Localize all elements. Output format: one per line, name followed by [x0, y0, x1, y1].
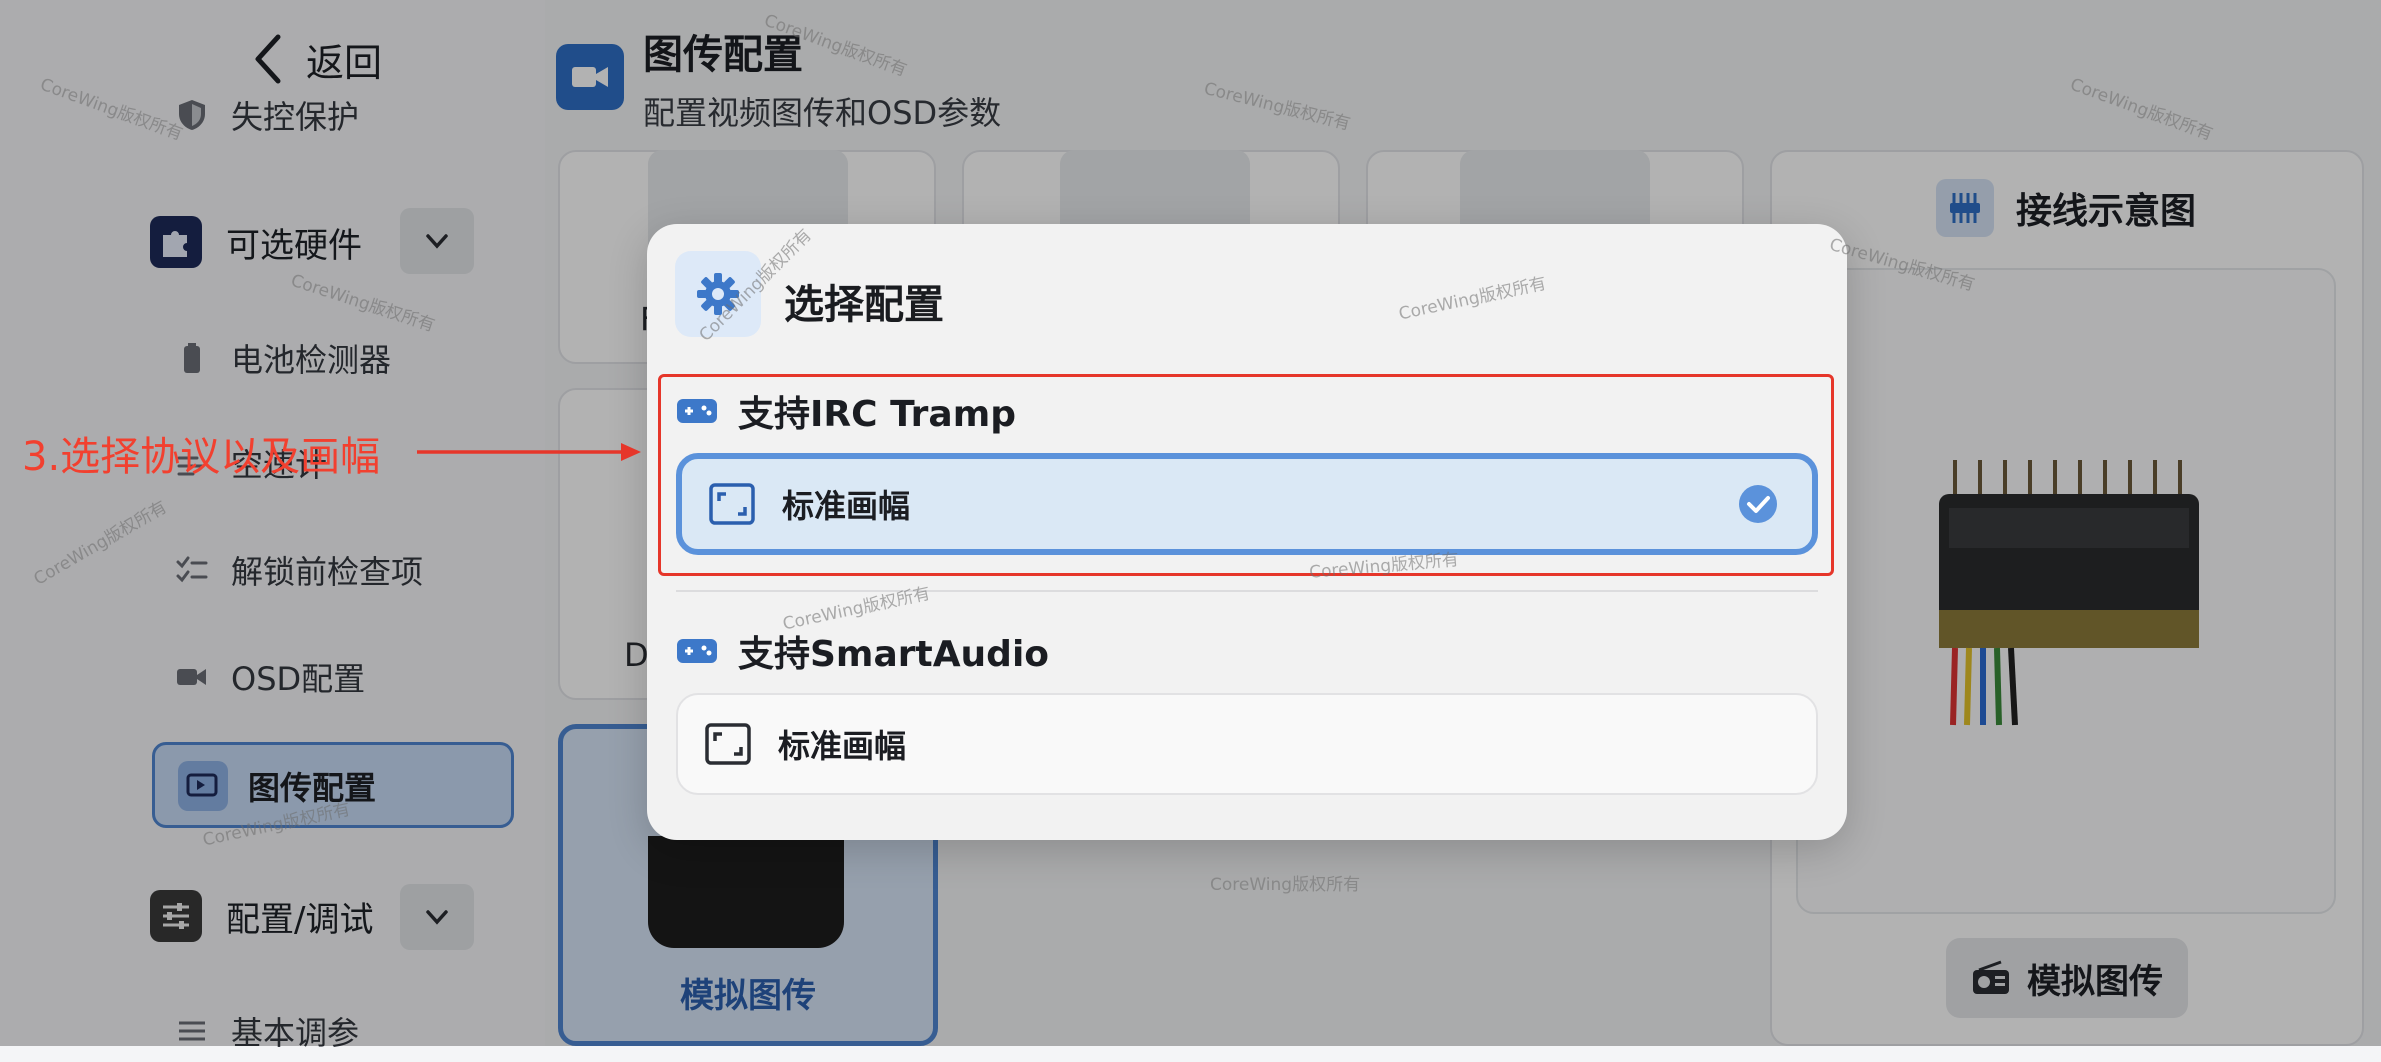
- aspect-frame-icon: [705, 723, 751, 765]
- divider: [676, 590, 1818, 592]
- gamepad-icon: [677, 639, 717, 663]
- dialog-title: 选择配置: [784, 282, 944, 328]
- annotation-arrow: [417, 443, 641, 461]
- annotation-text: 3.选择协议以及画幅: [22, 434, 381, 480]
- watermark: CoreWing版权所有: [1210, 875, 1361, 895]
- section-smartaudio-heading: 支持SmartAudio: [676, 621, 1049, 681]
- highlight-box: [658, 374, 1834, 576]
- option-smartaudio-standard[interactable]: 标准画幅: [676, 693, 1818, 795]
